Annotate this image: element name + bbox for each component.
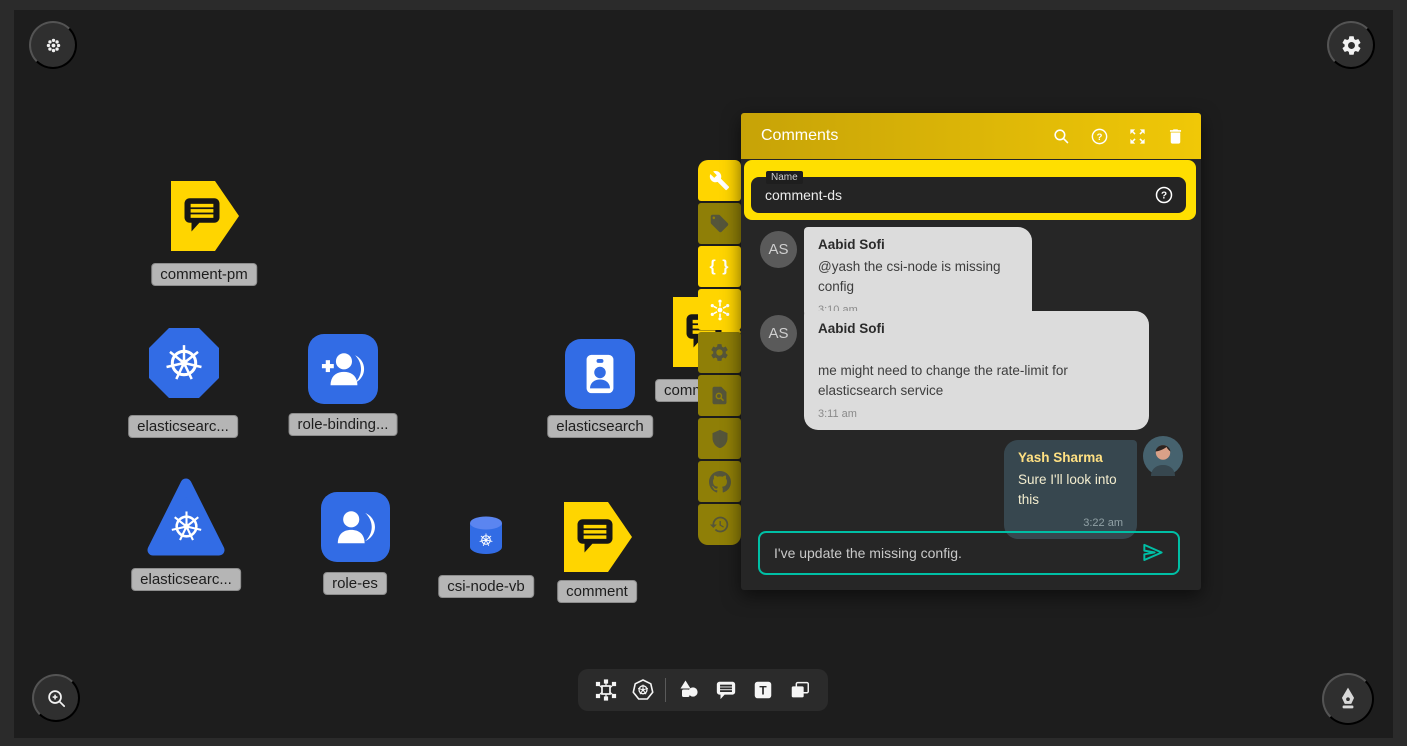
- node-label: elasticsearch: [547, 415, 653, 438]
- node-label: comment-pm: [151, 263, 257, 286]
- comments-panel-header[interactable]: Comments: [741, 113, 1201, 159]
- kubernetes-icon: [631, 678, 655, 702]
- node-elasticsearch-serviceaccount[interactable]: [565, 339, 635, 409]
- github-icon: [709, 471, 731, 493]
- text-tool-button[interactable]: [748, 675, 778, 705]
- name-field-label: Name: [766, 171, 803, 184]
- node-label: comment: [557, 580, 637, 603]
- app-logo-button[interactable]: [29, 21, 77, 69]
- mesh-hub-icon: [708, 298, 732, 322]
- node-elasticsearch-triangle[interactable]: [146, 477, 226, 557]
- avatar: AS: [760, 231, 797, 268]
- node-csi-node-vb[interactable]: [467, 515, 505, 557]
- send-icon: [1140, 540, 1166, 566]
- shield-button[interactable]: [698, 418, 741, 459]
- node-label: csi-node-vb: [438, 575, 534, 598]
- fullscreen-icon: [1128, 127, 1147, 146]
- comment-tool-button[interactable]: [711, 675, 741, 705]
- composer-input[interactable]: I've update the missing config.: [774, 545, 1138, 561]
- gear-icon: [709, 342, 730, 363]
- node-role-es[interactable]: [321, 492, 390, 562]
- zoom-in-icon: [45, 687, 68, 710]
- delete-comment-button[interactable]: [1163, 124, 1187, 148]
- avatar: AS: [760, 315, 797, 352]
- kubernetes-tool-button[interactable]: [628, 675, 658, 705]
- document-search-icon: [709, 385, 730, 406]
- node-role-binding[interactable]: [308, 334, 378, 404]
- history-icon: [709, 514, 730, 535]
- node-elasticsearch-octagon[interactable]: [148, 327, 220, 399]
- message-author: Aabid Sofi: [818, 321, 1135, 336]
- flowchart-icon: [594, 678, 618, 702]
- chat-message-own: Yash Sharma Sure I'll look into this 3:2…: [1004, 440, 1137, 539]
- comment-composer[interactable]: I've update the missing config.: [758, 531, 1180, 575]
- pen-tool-button[interactable]: [1322, 673, 1374, 725]
- search-icon: [1052, 127, 1071, 146]
- shapes-icon: [677, 678, 701, 702]
- service-account-badge-icon: [577, 351, 623, 397]
- avatar-photo: [1143, 436, 1183, 476]
- name-field-wrapper: comment-ds Name: [744, 160, 1196, 220]
- node-comment-pm[interactable]: [170, 180, 240, 252]
- tag-button[interactable]: [698, 203, 741, 244]
- zoom-button[interactable]: [32, 674, 80, 722]
- node-label: role-es: [323, 572, 387, 595]
- send-button[interactable]: [1138, 538, 1168, 568]
- github-button[interactable]: [698, 461, 741, 502]
- history-button[interactable]: [698, 504, 741, 545]
- kubernetes-triangle-icon: [146, 477, 226, 557]
- name-value: comment-ds: [765, 187, 1154, 203]
- chat-message: Aabid Sofi me might need to change the r…: [804, 311, 1149, 430]
- settings-button[interactable]: [1327, 21, 1375, 69]
- fullscreen-button[interactable]: [1125, 124, 1149, 148]
- shape-toolbar: [578, 669, 828, 711]
- message-author: Yash Sharma: [1018, 450, 1123, 465]
- tag-icon: [709, 213, 730, 234]
- message-time: 3:22 am: [1018, 517, 1123, 529]
- comment-pentagon-icon: [170, 180, 240, 252]
- gear-icon: [1340, 34, 1363, 57]
- shapes-tool-button[interactable]: [674, 675, 704, 705]
- pen-nib-icon: [1335, 686, 1361, 712]
- message-text: Sure I'll look into this: [1018, 470, 1123, 509]
- message-text: me might need to change the rate-limit f…: [818, 361, 1135, 400]
- shield-icon: [710, 429, 730, 449]
- mesh-hub-button[interactable]: [698, 289, 741, 330]
- comment-pentagon-icon: [563, 501, 633, 573]
- settings-action-button[interactable]: [698, 332, 741, 373]
- node-comment[interactable]: [563, 501, 633, 573]
- braces-config-button[interactable]: { }: [698, 246, 741, 287]
- comment-icon: [715, 679, 737, 701]
- trash-icon: [1166, 127, 1185, 146]
- help-button[interactable]: [1087, 124, 1111, 148]
- name-input[interactable]: comment-ds: [751, 177, 1186, 213]
- panel-title: Comments: [761, 127, 1049, 145]
- help-icon: [1090, 127, 1109, 146]
- node-label: role-binding...: [289, 413, 398, 436]
- flowchart-tool-button[interactable]: [591, 675, 621, 705]
- image-icon: [789, 679, 811, 701]
- text-icon: [752, 679, 774, 701]
- flower-logo-icon: [44, 36, 63, 55]
- document-scan-button[interactable]: [698, 375, 741, 416]
- configure-wrench-button[interactable]: [698, 160, 741, 201]
- node-label: elasticsearc...: [128, 415, 238, 438]
- comments-panel: Comments comment-ds Name AS Aabid Sofi: [741, 113, 1201, 590]
- node-label: elasticsearc...: [131, 568, 241, 591]
- role-binding-icon: [320, 346, 366, 392]
- storage-cylinder-icon: [467, 515, 505, 557]
- toolbar-divider: [665, 678, 666, 702]
- search-comments-button[interactable]: [1049, 124, 1073, 148]
- help-icon[interactable]: [1154, 185, 1174, 205]
- message-time: 3:11 am: [818, 408, 1135, 420]
- node-action-toolbar: { }: [698, 160, 741, 545]
- braces-icon: { }: [710, 258, 730, 276]
- message-author: Aabid Sofi: [818, 237, 1018, 252]
- role-icon: [333, 504, 379, 550]
- wrench-icon: [709, 170, 730, 191]
- image-tool-button[interactable]: [785, 675, 815, 705]
- message-text: @yash the csi-node is missing config: [818, 257, 1018, 296]
- kubernetes-octagon-icon: [148, 327, 220, 399]
